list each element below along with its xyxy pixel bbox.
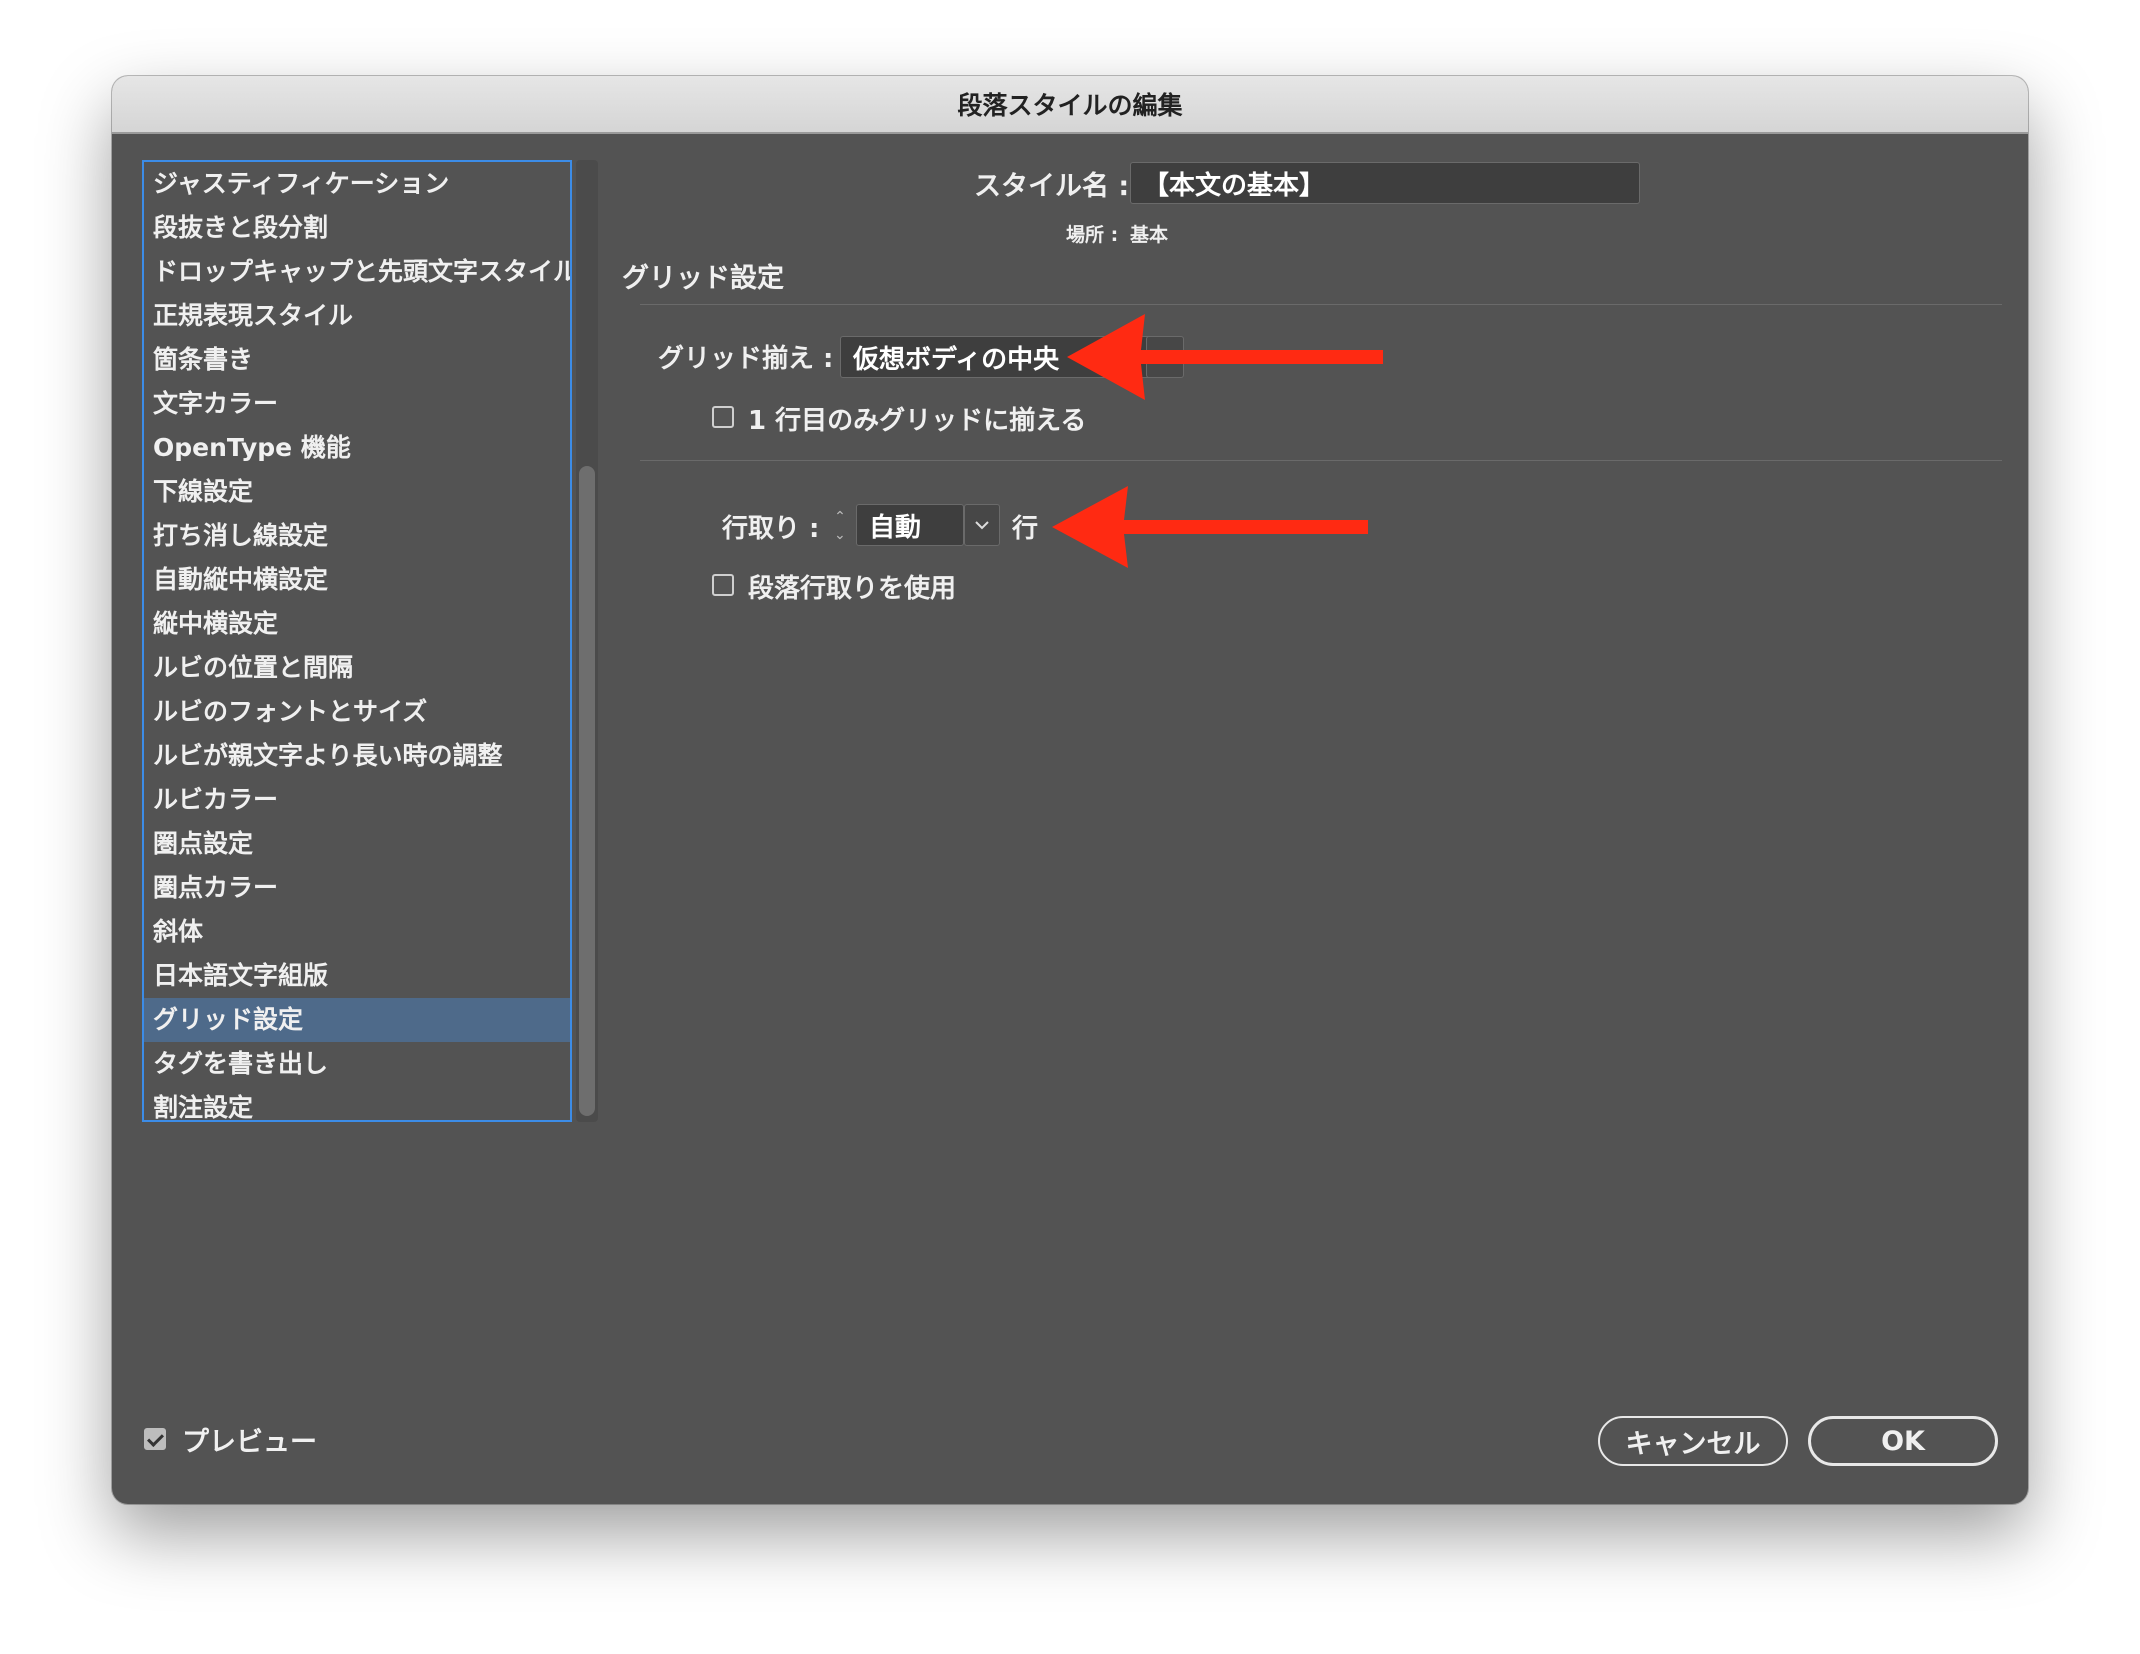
category-item[interactable]: 割注設定	[144, 1086, 570, 1120]
line-span-input[interactable]: 自動	[856, 504, 964, 546]
grid-align-label: グリッド揃え :	[658, 344, 834, 374]
category-item[interactable]: 縦中横設定	[144, 602, 570, 646]
paragraph-span-label[interactable]: 段落行取りを使用	[748, 568, 956, 605]
section-divider	[640, 304, 2002, 305]
line-span-unit: 行	[1012, 514, 1039, 544]
category-item[interactable]: 段抜きと段分割	[144, 206, 570, 250]
category-item[interactable]: ジャスティフィケーション	[144, 162, 570, 206]
grid-divider	[640, 460, 2002, 461]
ok-button[interactable]: OK	[1808, 1416, 1998, 1466]
category-item[interactable]: 圏点設定	[144, 822, 570, 866]
category-item[interactable]: 打ち消し線設定	[144, 514, 570, 558]
chevron-down-icon	[975, 521, 989, 530]
category-item[interactable]: 文字カラー	[144, 382, 570, 426]
category-scrollbar[interactable]	[576, 160, 598, 1122]
line-span-label: 行取り :	[722, 514, 820, 544]
category-scrollbar-thumb[interactable]	[579, 466, 595, 1116]
up-down-stepper-icon[interactable]: ⌃ ⌃	[824, 504, 856, 546]
category-item[interactable]: タグを書き出し	[144, 1042, 570, 1086]
category-item[interactable]: ルビが親文字より長い時の調整	[144, 734, 570, 778]
category-item[interactable]: 自動縦中横設定	[144, 558, 570, 602]
location-label: 場所 :	[1066, 224, 1119, 246]
red-arrow-icon	[1052, 486, 1368, 568]
location-value: 基本	[1130, 224, 1169, 246]
first-line-only-checkbox[interactable]	[712, 406, 734, 428]
style-name-label: スタイル名 :	[974, 171, 1130, 202]
category-item[interactable]: OpenType 機能	[144, 426, 570, 470]
category-item[interactable]: 下線設定	[144, 470, 570, 514]
dialog-title: 段落スタイルの編集	[112, 76, 2028, 134]
style-name-input[interactable]: 【本文の基本】	[1130, 162, 1640, 204]
red-arrow-icon	[1067, 314, 1383, 400]
first-line-only-label[interactable]: 1 行目のみグリッドに揃える	[748, 400, 1086, 437]
category-list[interactable]: ジャスティフィケーション 段抜きと段分割 ドロップキャップと先頭文字スタイル 正規表現…	[142, 160, 572, 1122]
paragraph-span-checkbox[interactable]	[712, 574, 734, 596]
category-item[interactable]: 圏点カラー	[144, 866, 570, 910]
category-item[interactable]: 斜体	[144, 910, 570, 954]
paragraph-style-dialog: 段落スタイルの編集 ジャスティフィケーション 段抜きと段分割 ドロップキャップと先頭…	[112, 76, 2028, 1504]
category-item[interactable]: グリッド設定	[144, 998, 570, 1042]
category-item[interactable]: ルビのフォントとサイズ	[144, 690, 570, 734]
category-item[interactable]: ドロップキャップと先頭文字スタイル	[144, 250, 570, 294]
preview-checkbox[interactable]	[144, 1428, 166, 1450]
category-item[interactable]: ルビカラー	[144, 778, 570, 822]
section-title: グリッド設定	[622, 263, 784, 294]
category-item[interactable]: 日本語文字組版	[144, 954, 570, 998]
line-span-dropdown-button[interactable]	[964, 504, 1000, 546]
category-item[interactable]: 箇条書き	[144, 338, 570, 382]
cancel-button[interactable]: キャンセル	[1598, 1416, 1788, 1466]
category-item[interactable]: ルビの位置と間隔	[144, 646, 570, 690]
preview-label[interactable]: プレビュー	[182, 1420, 317, 1459]
category-item[interactable]: 正規表現スタイル	[144, 294, 570, 338]
